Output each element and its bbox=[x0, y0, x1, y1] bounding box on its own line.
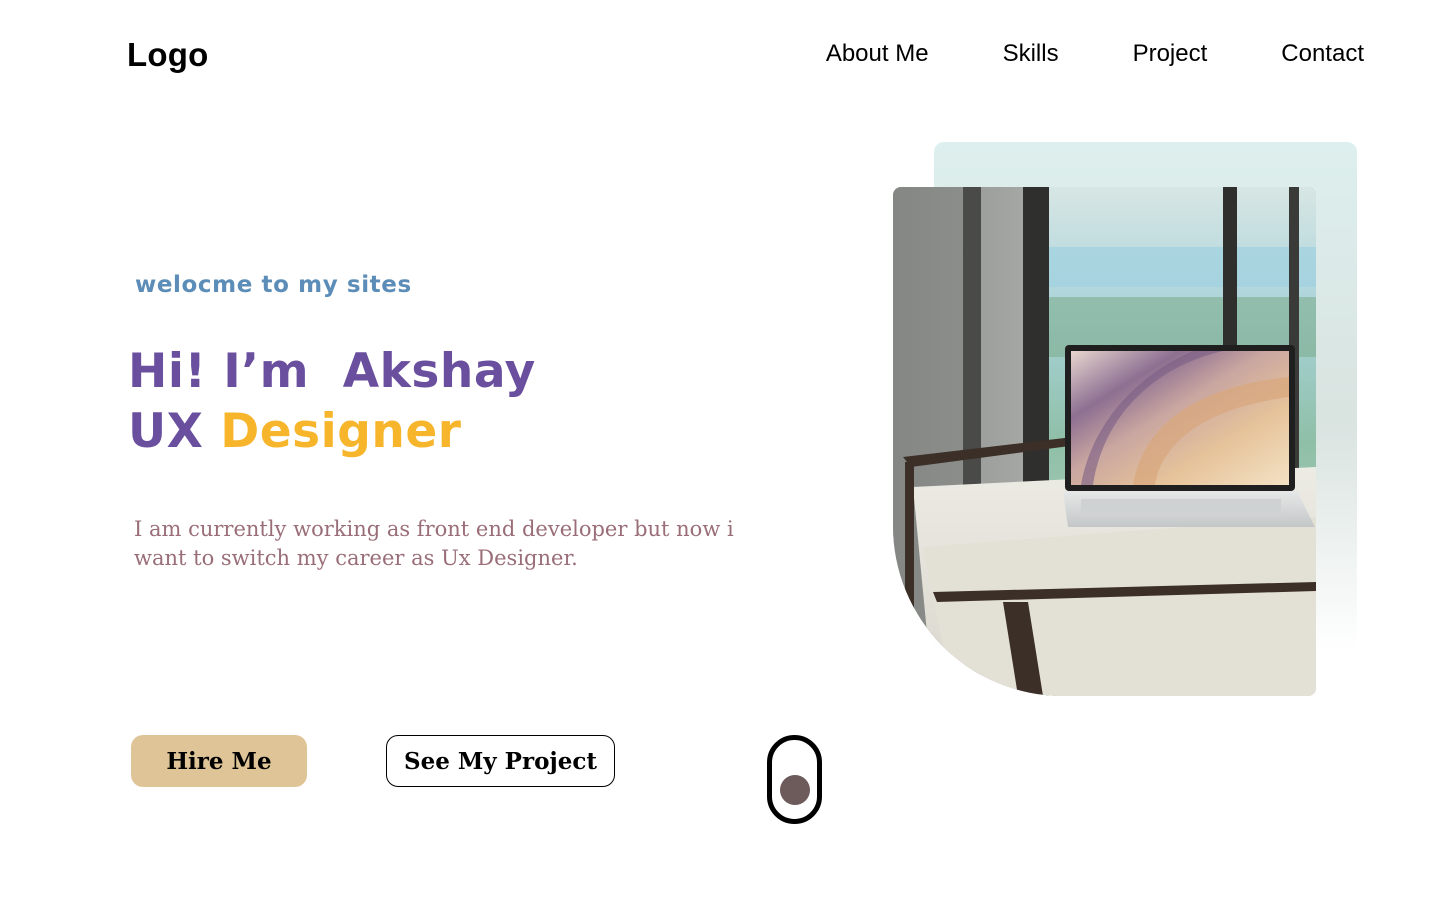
greeting-line: Hi! I’m Akshay bbox=[128, 344, 536, 399]
landing-page: Logo About Me Skills Project Contact wel… bbox=[0, 0, 1440, 900]
nav-item-project[interactable]: Project bbox=[1133, 40, 1208, 68]
scroll-dot bbox=[780, 775, 810, 805]
role-line: UX Designer bbox=[128, 402, 536, 462]
role-prefix: UX bbox=[128, 404, 204, 459]
nav-item-skills[interactable]: Skills bbox=[1003, 40, 1059, 68]
description-line-1: I am currently working as front end deve… bbox=[134, 517, 734, 541]
main-nav: About Me Skills Project Contact bbox=[826, 40, 1364, 68]
hire-me-button[interactable]: Hire Me bbox=[131, 735, 307, 787]
logo[interactable]: Logo bbox=[127, 36, 208, 74]
welcome-text: welocme to my sites bbox=[135, 272, 412, 298]
role-accent: Designer bbox=[220, 404, 462, 459]
see-my-project-button[interactable]: See My Project bbox=[386, 735, 615, 787]
laptop-on-bench-photo bbox=[893, 187, 1316, 696]
hero-description: I am currently working as front end deve… bbox=[134, 515, 734, 573]
nav-item-about-me[interactable]: About Me bbox=[826, 40, 929, 68]
mouse-scroll-icon[interactable] bbox=[767, 735, 822, 824]
description-line-2: want to switch my career as Ux Designer. bbox=[134, 546, 578, 570]
hero-headline: Hi! I’m Akshay UX Designer bbox=[128, 342, 536, 462]
nav-item-contact[interactable]: Contact bbox=[1281, 40, 1364, 68]
